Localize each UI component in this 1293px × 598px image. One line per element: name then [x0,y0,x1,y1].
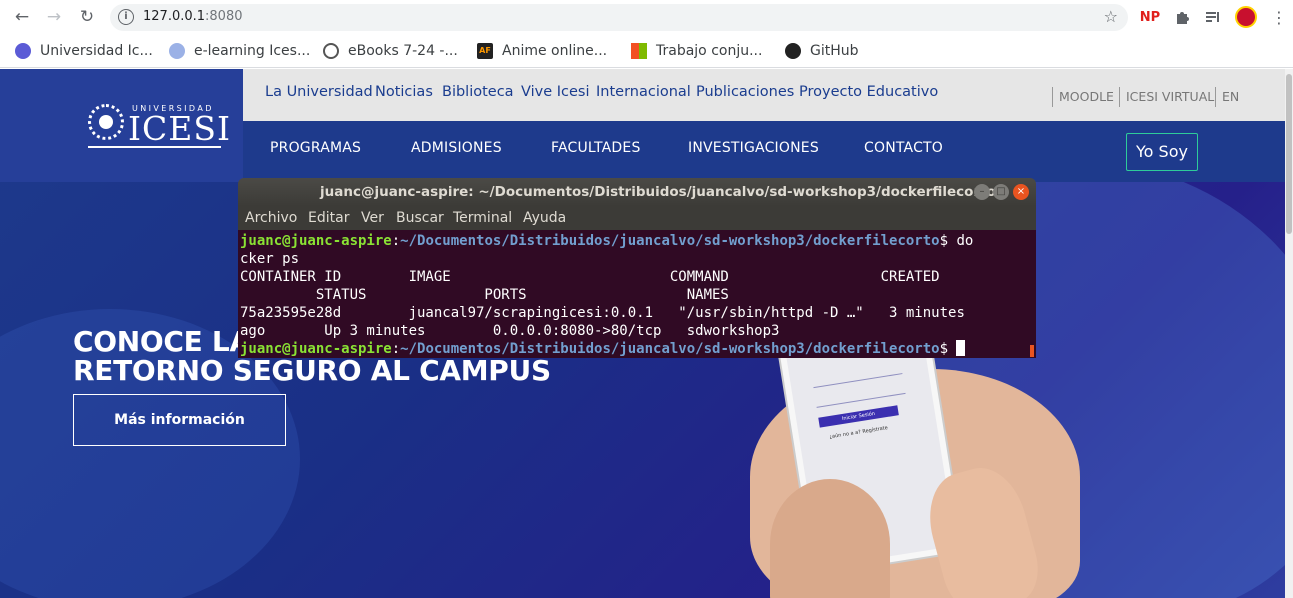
maximize-icon[interactable]: □ [993,184,1009,200]
prompt-path: ~/Documentos/Distribuidos/juancalvo/sd-w… [400,341,940,357]
output-header-wrap: STATUS PORTS NAMES [240,287,729,303]
url-text[interactable]: 127.0.0.1:8080 [143,9,243,24]
icesi-logo[interactable]: UNIVERSIDAD ICESI [88,102,232,150]
command-text-wrap: cker ps [240,251,300,267]
close-icon[interactable]: × [1013,184,1029,200]
bookmark-github[interactable]: GitHub [785,41,859,61]
prompt-user: juanc@juanc-aspire [240,341,392,357]
reload-icon[interactable]: ↻ [76,6,98,28]
bookmark-ebooks[interactable]: eBooks 7-24 -... [323,41,458,61]
link-en[interactable]: EN [1215,87,1239,107]
site-info-icon[interactable]: i [118,9,134,25]
nav-biblioteca[interactable]: Biblioteca [442,84,514,100]
prompt-path: ~/Documentos/Distribuidos/juancalvo/sd-w… [400,233,940,249]
nav-facultades[interactable]: FACULTADES [551,140,641,156]
more-menu-icon[interactable]: ⋮ [1268,6,1290,28]
nav-noticias[interactable]: Noticias [375,84,433,100]
np-extension-icon[interactable]: NP [1140,7,1160,27]
minimize-icon[interactable]: – [974,184,990,200]
menu-ver[interactable]: Ver [361,210,384,226]
bookmark-anime[interactable]: AF Anime online... [477,41,607,61]
logo-area: UNIVERSIDAD ICESI [0,69,243,182]
browser-toolbar: ← → ↻ i 127.0.0.1:8080 ☆ NP ⋮ [0,0,1293,35]
terminal-output[interactable]: juanc@juanc-aspire:~/Documentos/Distribu… [238,230,1036,358]
yo-soy-button[interactable]: Yo Soy [1126,133,1198,171]
nav-publicaciones[interactable]: Publicaciones [696,84,794,100]
elearning-favicon-icon [169,43,185,59]
output-row-wrap: ago Up 3 minutes 0.0.0.0:8080->80/tcp sd… [240,323,780,339]
address-bar[interactable]: i 127.0.0.1:8080 ☆ [110,4,1128,31]
media-control-icon[interactable] [1203,7,1223,27]
prompt-user: juanc@juanc-aspire [240,233,392,249]
hero-title-line2: RETORNO SEGURO AL CAMPUS [73,354,551,387]
phone-register-text: ¿aún no a a? Regístrate [828,425,889,441]
page-scrollbar[interactable] [1285,69,1293,598]
extensions-puzzle-icon[interactable] [1172,7,1192,27]
bookmark-universidad-icesi[interactable]: Universidad Ic... [15,41,153,61]
github-icon [785,43,801,59]
icesi-sun-icon [88,104,124,140]
menu-ayuda[interactable]: Ayuda [523,210,566,226]
link-icesi-virtual[interactable]: ICESI VIRTUAL [1119,87,1214,107]
bookmarks-bar: Universidad Ic... e-learning Ices... eBo… [0,35,1293,68]
logo-name-text: ICESI [128,109,232,148]
menu-editar[interactable]: Editar [308,210,349,226]
main-navigation: PROGRAMAS ADMISIONES FACULTADES INVESTIG… [243,121,1285,182]
microsoft-favicon-icon [631,43,647,59]
output-row: 75a23595e28d juancal97/scrapingicesi:0.0… [240,305,965,321]
logo-underline [88,146,221,148]
output-header: CONTAINER ID IMAGE COMMAND CREATED [240,269,940,285]
phone-password-field [815,383,906,408]
terminal-cursor [956,340,966,356]
menu-buscar[interactable]: Buscar [396,210,444,226]
command-text: $ do [939,233,974,249]
terminal-titlebar[interactable]: juanc@juanc-aspire: ~/Documentos/Distrib… [238,178,1036,206]
hand-illustration [770,479,890,598]
terminal-window[interactable]: juanc@juanc-aspire: ~/Documentos/Distrib… [238,178,1036,358]
nav-la-universidad[interactable]: La Universidad [265,84,373,100]
nav-contacto[interactable]: CONTACTO [864,140,943,156]
mas-informacion-button[interactable]: Más información [73,394,286,446]
bookmark-star-icon[interactable]: ☆ [1104,7,1118,26]
icesi-favicon-icon [15,43,31,59]
profile-avatar[interactable] [1235,6,1257,28]
terminal-title: juanc@juanc-aspire: ~/Documentos/Distrib… [320,184,996,200]
terminal-resize-handle[interactable] [1030,345,1034,357]
nav-vive-icesi[interactable]: Vive Icesi [521,84,590,100]
bookmark-trabajo[interactable]: Trabajo conju... [631,41,762,61]
back-arrow-icon[interactable]: ← [11,6,33,28]
af-favicon-icon: AF [477,43,493,59]
scrollbar-thumb[interactable] [1286,74,1292,234]
prompt-end: $ [939,341,957,357]
phone-user-field [812,364,903,389]
menu-terminal[interactable]: Terminal [453,210,512,226]
nav-internacional[interactable]: Internacional [596,84,691,100]
bookmark-elearning[interactable]: e-learning Ices... [169,41,310,61]
nav-proyecto-educativo[interactable]: Proyecto Educativo [799,84,938,100]
top-navigation: La Universidad Noticias Biblioteca Vive … [243,69,1285,121]
nav-investigaciones[interactable]: INVESTIGACIONES [688,140,819,156]
link-moodle[interactable]: MOODLE [1052,87,1114,107]
menu-archivo[interactable]: Archivo [245,210,297,226]
nav-admisiones[interactable]: ADMISIONES [411,140,502,156]
globe-favicon-icon [323,43,339,59]
nav-programas[interactable]: PROGRAMAS [270,140,361,156]
terminal-menubar: Archivo Editar Ver Buscar Terminal Ayuda [238,206,1036,230]
forward-arrow-icon[interactable]: → [43,6,65,28]
